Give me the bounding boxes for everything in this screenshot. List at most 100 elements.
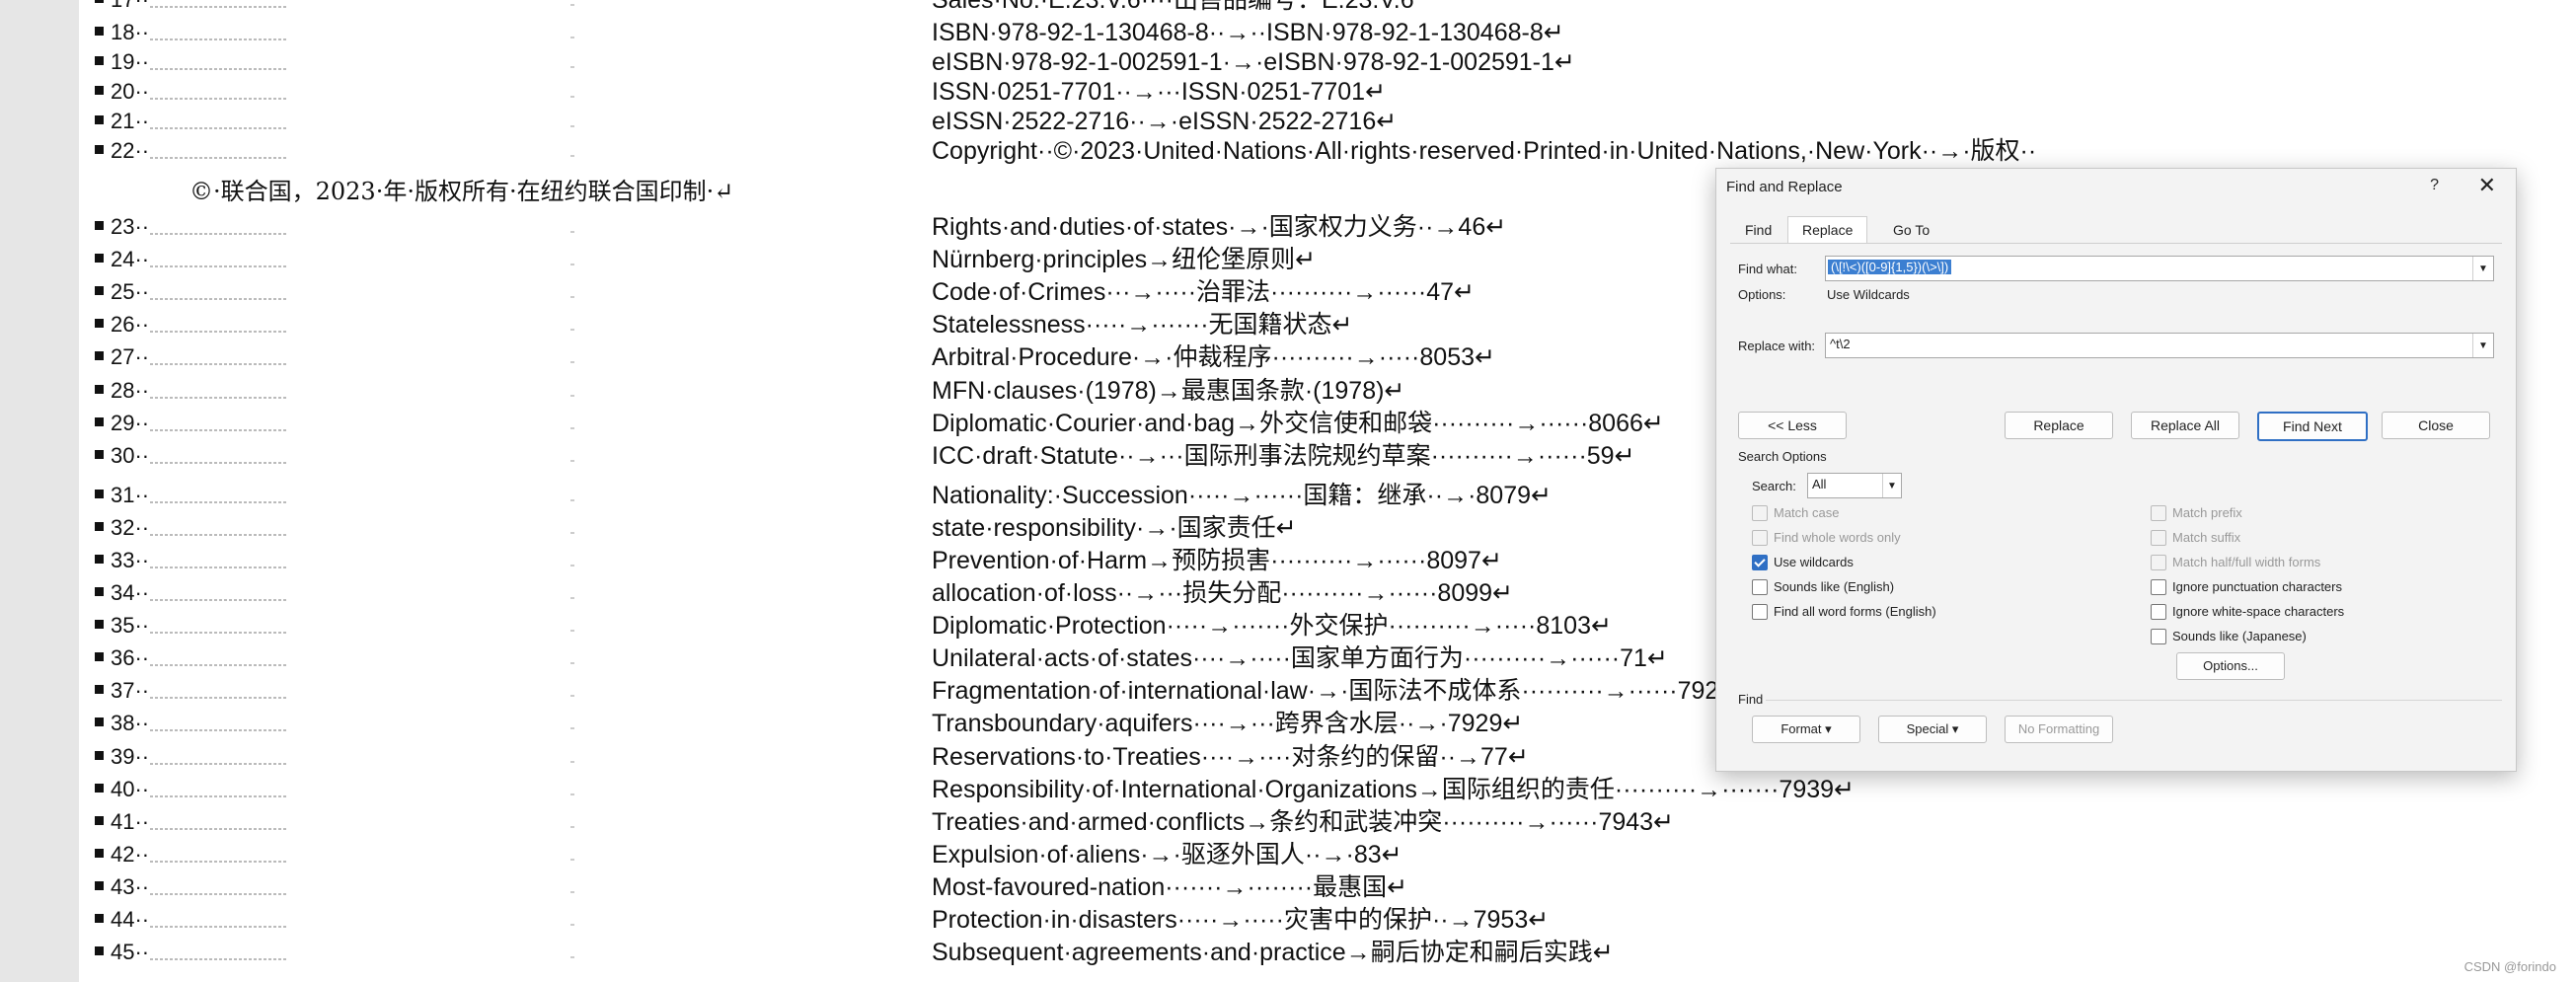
faint-annotation <box>150 566 288 568</box>
list-item[interactable]: 40·· Responsibility·of·International·Orga… <box>79 774 2576 805</box>
list-item[interactable]: 43·· Most-favoured-nation·······→········… <box>79 871 2576 903</box>
list-item[interactable]: 20·· ISSN·0251-7701··→···ISSN·0251-7701↵ <box>79 76 2576 108</box>
line-number: 40·· <box>111 776 150 801</box>
checkbox-box[interactable] <box>2151 555 2166 570</box>
replace-all-button[interactable]: Replace All <box>2131 412 2239 439</box>
entry-text[interactable]: ICC·draft·Statute··→···国际刑事法院规约草案·······… <box>932 440 1635 472</box>
checkbox-box[interactable] <box>1752 530 1768 546</box>
entry-text[interactable]: Treaties·and·armed·conflicts→条约和武装冲突····… <box>932 806 1674 838</box>
tab-marker <box>570 96 574 98</box>
entry-text[interactable]: Subsequent·agreements·and·practice→嗣后协定和… <box>932 937 1614 968</box>
entry-text[interactable]: Diplomatic·Protection·····→·······外交保护··… <box>932 610 1612 642</box>
tab-go-to[interactable]: Go To <box>1878 216 1944 244</box>
bullet-marker <box>95 620 104 630</box>
entry-text[interactable]: ISBN·978-92-1-130468-8··→··ISBN·978-92-1… <box>932 17 1564 48</box>
entry-text[interactable]: Transboundary·aquifers····→···跨界含水层··→·7… <box>932 708 1523 739</box>
format-button[interactable]: Format ▾ <box>1752 716 1860 743</box>
entry-text[interactable]: Nationality:·Succession·····→······国籍：继承… <box>932 480 1552 511</box>
entry-text[interactable]: Arbitral·Procedure·→·仲裁程序··········→····… <box>932 341 1495 373</box>
entry-text[interactable]: Most-favoured-nation·······→········最惠国↵ <box>932 871 1407 903</box>
checkbox-box[interactable] <box>2151 530 2166 546</box>
tab-marker <box>570 858 574 861</box>
bullet-marker <box>95 0 104 3</box>
list-item[interactable]: 45·· Subsequent·agreements·and·practice→嗣… <box>79 937 2576 968</box>
entry-text[interactable]: ISSN·0251-7701··→···ISSN·0251-7701↵ <box>932 76 1386 108</box>
bullet-marker <box>95 880 104 890</box>
close-button[interactable]: Close <box>2382 412 2490 439</box>
entry-text[interactable]: Responsibility·of·International·Organiza… <box>932 774 1855 805</box>
special-button[interactable]: Special ▾ <box>1878 716 1987 743</box>
checkbox-box[interactable] <box>1752 505 1768 521</box>
checkbox-box[interactable] <box>2151 505 2166 521</box>
entry-text[interactable]: Expulsion·of·aliens·→·驱逐外国人··→·83↵ <box>932 839 1402 870</box>
entry-text[interactable]: Fragmentation·of·international·law·→·国际法… <box>932 675 1753 707</box>
list-item[interactable]: 18·· ISBN·978-92-1-130468-8··→··ISBN·978-… <box>79 17 2576 48</box>
entry-text[interactable]: allocation·of·loss··→···损失分配··········→·… <box>932 577 1513 609</box>
options-button[interactable]: Options... <box>2176 652 2285 680</box>
find-next-button[interactable]: Find Next <box>2257 412 2368 441</box>
tab-find[interactable]: Find <box>1730 216 1786 244</box>
checkbox-box[interactable] <box>2151 604 2166 620</box>
chevron-down-icon[interactable]: ▼ <box>2472 257 2493 280</box>
checkbox-box[interactable] <box>1752 555 1768 570</box>
faint-annotation <box>150 697 288 700</box>
tab-marker <box>570 695 574 698</box>
list-item[interactable]: 22·· Copyright··©·2023·United·Nations·All… <box>79 135 2576 167</box>
bullet-marker <box>95 815 104 825</box>
tab-marker <box>570 825 574 828</box>
entry-text[interactable]: Copyright··©·2023·United·Nations·All·rig… <box>932 135 2036 167</box>
tab-marker <box>570 231 574 233</box>
faint-annotation <box>150 599 288 601</box>
close-icon[interactable]: ✕ <box>2478 173 2496 198</box>
entry-text[interactable]: Prevention·of·Harm→预防损害··········→······… <box>932 545 1502 576</box>
entry-text[interactable]: state·responsibility·→·国家责任↵ <box>932 512 1297 544</box>
line-number: 28·· <box>111 377 150 403</box>
checkbox-box[interactable] <box>1752 579 1768 595</box>
entry-text[interactable]: Code·of·Crimes···→·····治罪法··········→···… <box>932 276 1475 308</box>
checkbox-label: Find whole words only <box>1774 530 1901 545</box>
copyright-paragraph[interactable]: ©·联合国，2023·年·版权所有·在纽约联合国印制·↵ <box>189 176 733 207</box>
search-label: Search: <box>1752 479 1796 493</box>
entry-text[interactable]: eISSN·2522-2716··→·eISSN·2522-2716↵ <box>932 106 1397 137</box>
list-item[interactable]: 21·· eISSN·2522-2716··→·eISSN·2522-2716↵ <box>79 106 2576 137</box>
list-item[interactable]: 17·· Sales·No.·E.23.V.6····出售品编号：E.23.V.6 <box>79 0 2576 16</box>
list-item[interactable]: 44·· Protection·in·disasters·····→·····灾害… <box>79 904 2576 936</box>
replace-with-input[interactable]: ^t\2 ▼ <box>1825 333 2494 358</box>
help-icon[interactable]: ? <box>2430 177 2439 194</box>
entry-text[interactable]: Sales·No.·E.23.V.6····出售品编号：E.23.V.6 <box>932 0 1414 16</box>
entry-text[interactable]: eISBN·978-92-1-002591-1·→·eISBN·978-92-1… <box>932 46 1575 78</box>
checkbox-label: Ignore white-space characters <box>2172 604 2345 619</box>
tab-marker <box>570 155 574 157</box>
entry-text[interactable]: Rights·and·duties·of·states·→·国家权力义务··→4… <box>932 211 1506 243</box>
entry-text[interactable]: Statelessness·····→·······无国籍状态↵ <box>932 309 1353 340</box>
entry-text[interactable]: Nürnberg·principles→纽伦堡原则↵ <box>932 244 1316 275</box>
list-item[interactable]: 42·· Expulsion·of·aliens·→·驱逐外国人··→·83↵ <box>79 839 2576 870</box>
no-formatting-button[interactable]: No Formatting <box>2005 716 2113 743</box>
chevron-down-icon[interactable]: ▼ <box>2472 334 2493 357</box>
checkbox-box[interactable] <box>1752 604 1768 620</box>
less-button[interactable]: << Less <box>1738 412 1847 439</box>
checkbox-box[interactable] <box>2151 629 2166 644</box>
entry-text[interactable]: Protection·in·disasters·····→·····灾害中的保护… <box>932 904 1549 936</box>
chevron-down-icon[interactable]: ▼ <box>1882 474 1901 497</box>
find-what-input[interactable]: (\[!\<)([0-9]{1,5})(\>\]) ▼ <box>1825 256 2494 281</box>
faint-annotation <box>150 958 288 961</box>
tab-divider <box>1730 243 2502 244</box>
replace-with-value[interactable]: ^t\2 <box>1830 337 1851 351</box>
list-item[interactable]: 19·· eISBN·978-92-1-002591-1·→·eISBN·978-… <box>79 46 2576 78</box>
find-what-value[interactable]: (\[!\<)([0-9]{1,5})(\>\]) <box>1828 260 1952 274</box>
list-item[interactable]: 41·· Treaties·and·armed·conflicts→条约和武装冲突… <box>79 806 2576 838</box>
checkbox-box[interactable] <box>2151 579 2166 595</box>
tab-replace[interactable]: Replace <box>1787 216 1868 244</box>
faint-annotation <box>150 892 288 895</box>
entry-text[interactable]: Unilateral·acts·of·states····→·····国家单方面… <box>932 642 1668 674</box>
entry-text[interactable]: Diplomatic·Courier·and·bag→外交信使和邮袋······… <box>932 408 1664 439</box>
search-direction-select[interactable]: All ▼ <box>1807 473 1902 498</box>
checkbox-label: Sounds like (Japanese) <box>2172 629 2307 643</box>
options-label: Options: <box>1738 287 1786 302</box>
tab-marker <box>570 956 574 959</box>
entry-text[interactable]: MFN·clauses·(1978)→最惠国条款·(1978)↵ <box>932 375 1404 407</box>
entry-text[interactable]: Reservations·to·Treaties····→····对条约的保留·… <box>932 741 1529 773</box>
faint-annotation <box>150 461 288 464</box>
replace-button[interactable]: Replace <box>2005 412 2113 439</box>
